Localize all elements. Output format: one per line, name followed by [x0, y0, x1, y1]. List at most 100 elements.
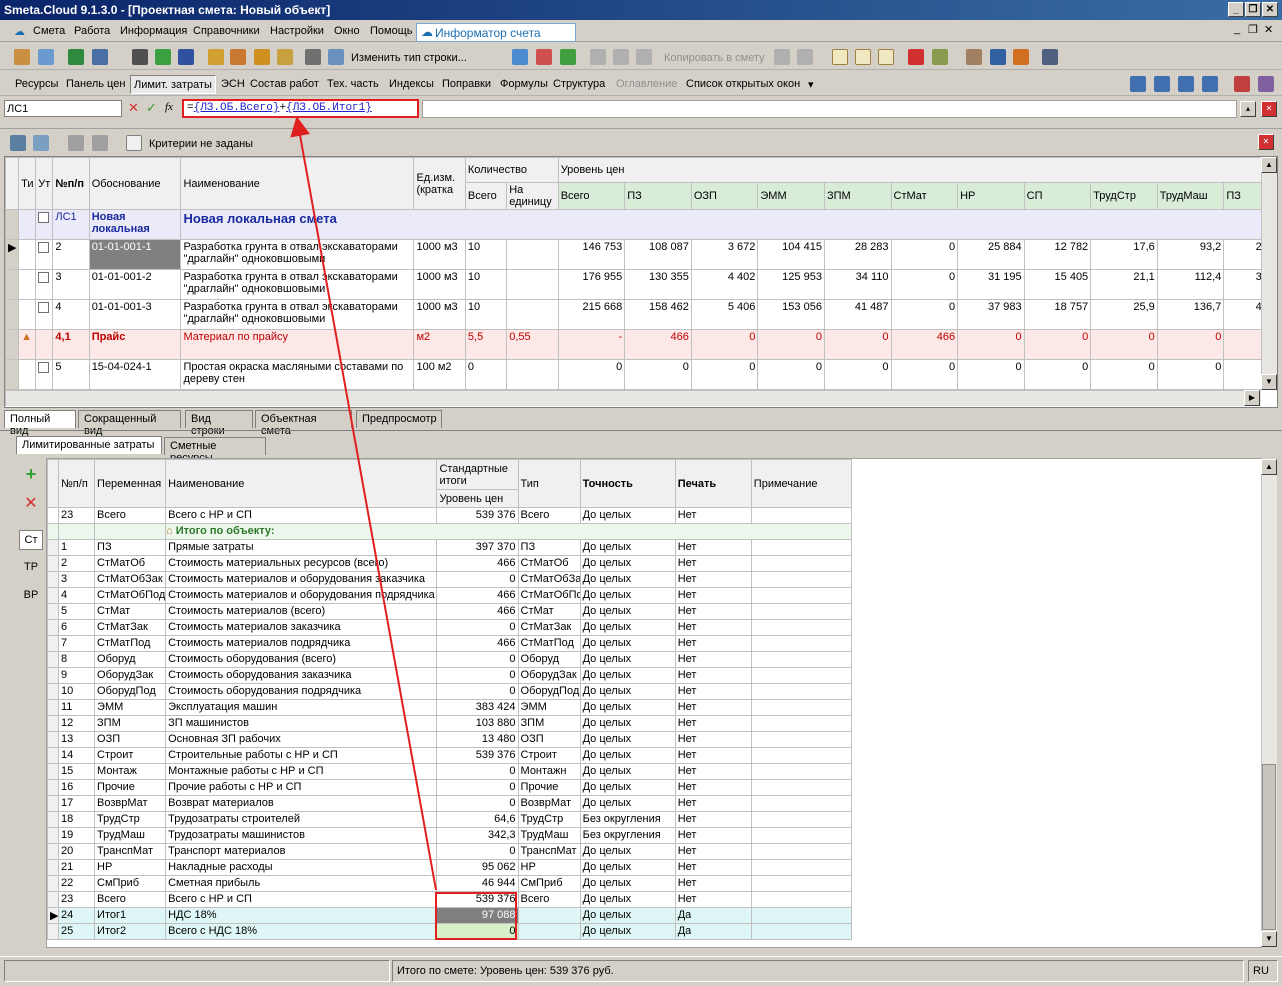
cell-per-unit[interactable] — [506, 239, 559, 270]
cell-precision[interactable]: До целых — [579, 619, 676, 636]
cell-unit[interactable]: 100 м2 — [413, 359, 466, 390]
cell-name[interactable]: Стоимость оборудования заказчика — [165, 667, 438, 684]
cell-print[interactable]: Нет — [674, 603, 752, 620]
cell-price[interactable]: 153 056 — [757, 299, 825, 330]
header-qty-per[interactable]: На единицу — [506, 182, 559, 210]
cell-print[interactable]: Нет — [674, 651, 752, 668]
cell-precision[interactable]: До целых — [579, 843, 676, 860]
table-row[interactable]: 17 ВозврМат Возврат материалов 0 ВозврМат До … — [47, 795, 853, 812]
cell-value[interactable]: 466 — [436, 635, 519, 652]
cell-price[interactable]: 12 782 — [1023, 239, 1092, 270]
row-checkbox[interactable] — [35, 209, 54, 240]
cell-note[interactable] — [750, 891, 853, 908]
tool-icon[interactable] — [966, 49, 982, 65]
cell-price[interactable]: 0 — [1023, 329, 1092, 360]
cell-precision[interactable]: Без округления — [579, 827, 676, 844]
btn-open-windows[interactable]: Список открытых окон — [686, 78, 800, 90]
cell-name[interactable]: Стоимость оборудования (всего) — [165, 651, 438, 668]
cell-name[interactable]: Строительные работы с НР и СП — [165, 747, 438, 764]
cell-price[interactable]: 158 462 — [624, 299, 692, 330]
cell-name[interactable]: Всего с НДС 18% — [165, 923, 438, 940]
cell-price[interactable]: - — [557, 329, 626, 360]
cell-price[interactable]: 0 — [823, 359, 892, 390]
header-unit[interactable]: Ед.изм. (кратка — [413, 157, 466, 210]
cell-var[interactable]: ОЗП — [94, 731, 167, 748]
cell-type[interactable]: ВозврМат — [517, 795, 581, 812]
cell-name[interactable]: Материал по прайсу — [180, 329, 415, 360]
cell-price[interactable]: 0 — [1090, 329, 1158, 360]
cell-price[interactable]: 5 406 — [690, 299, 759, 330]
cell-price[interactable]: 0 — [823, 329, 892, 360]
cell-name[interactable]: Прочие работы с НР и СП — [165, 779, 438, 796]
cell-var[interactable]: НР — [94, 859, 167, 876]
cell-print[interactable]: Да — [674, 923, 752, 940]
cell-basis[interactable]: Прайс — [88, 329, 182, 360]
pile-icon[interactable] — [1013, 49, 1029, 65]
machine-icon[interactable] — [305, 49, 321, 65]
cell-value[interactable]: 539 376 — [436, 747, 519, 764]
cell-precision[interactable]: До целых — [579, 667, 676, 684]
btn-tech-part[interactable]: Тех. часть — [327, 78, 379, 90]
cell-print[interactable]: Нет — [674, 731, 752, 748]
row-checkbox[interactable] — [35, 269, 54, 300]
save-icon[interactable] — [132, 49, 148, 65]
arrow-down-icon[interactable] — [536, 49, 552, 65]
cell-price[interactable]: 25 884 — [957, 239, 1025, 270]
table-row[interactable]: 18 ТрудСтр Трудозатраты строителей 64,6 Труд… — [47, 811, 853, 828]
cell-name[interactable]: Возврат материалов — [165, 795, 438, 812]
informer-button[interactable]: ☁ Информатор счета — [416, 23, 576, 42]
cell-name[interactable]: Разработка грунта в отвал экскаваторами … — [180, 239, 415, 270]
cell-precision[interactable]: До целых — [579, 875, 676, 892]
cell-price[interactable]: 0 — [1090, 359, 1158, 390]
cell-price[interactable]: 0 — [1156, 359, 1225, 390]
table-row[interactable]: 15 Монтаж Монтажные работы с НР и СП 0 Монта… — [47, 763, 853, 780]
header-note[interactable]: Примечание — [750, 459, 853, 508]
table-row[interactable]: 22 СмПриб Сметная прибыль 46 944 СмПриб До це… — [47, 875, 853, 892]
cell-var[interactable]: СтМатОбПод — [94, 587, 167, 604]
cell-price[interactable]: 104 415 — [757, 239, 825, 270]
estimate-row[interactable]: ▶ 2 01-01-001-1 Разработка грунта в отвал э… — [5, 239, 1277, 270]
cell-print[interactable]: Нет — [674, 891, 752, 908]
cell-print[interactable]: Нет — [674, 587, 752, 604]
cell-type[interactable]: Оборуд — [517, 651, 581, 668]
cell-name[interactable]: Разработка грунта в отвал экскаваторами … — [180, 299, 415, 330]
cell-var[interactable]: ЭММ — [94, 699, 167, 716]
delete-icon[interactable] — [908, 49, 924, 65]
cell-name-input[interactable]: ЛС1 — [4, 100, 122, 117]
cell-name[interactable]: Сметная прибыль — [165, 875, 438, 892]
cell-per-unit[interactable] — [506, 359, 559, 390]
cell-var[interactable]: СмПриб — [94, 875, 167, 892]
cell-precision[interactable]: До целых — [579, 683, 676, 700]
outdent-icon[interactable] — [1154, 76, 1170, 92]
cell-type[interactable]: СтМатОбПо — [517, 587, 581, 604]
cell-value[interactable]: 539 376 — [436, 507, 519, 524]
header-price-col[interactable]: ТрудМаш — [1156, 182, 1225, 210]
cell-num[interactable]: 1 — [57, 539, 96, 556]
cell-precision[interactable]: До целых — [579, 539, 676, 556]
btn-structure[interactable]: Структура — [553, 78, 605, 90]
cell-num[interactable]: 4 — [57, 587, 96, 604]
header-price-level[interactable]: Уровень цен — [436, 489, 519, 508]
cell-price[interactable]: 136,7 — [1156, 299, 1225, 330]
cell-price[interactable]: 0 — [890, 299, 959, 330]
cell-type[interactable]: Монтажн — [517, 763, 581, 780]
cell-type[interactable]: Строит — [517, 747, 581, 764]
cell-type[interactable] — [517, 923, 581, 940]
cell-value[interactable]: 466 — [436, 587, 519, 604]
formula-input[interactable]: ={ЛЗ.ОБ.Всего}+{ЛЗ.ОБ.Итог1} — [182, 99, 419, 118]
cell-price[interactable]: 3 672 — [690, 239, 759, 270]
cell-num[interactable]: 20 — [57, 843, 96, 860]
btn-price-panel[interactable]: Панель цен — [66, 78, 125, 90]
cell-price[interactable]: 28 283 — [823, 239, 892, 270]
row-checkbox[interactable] — [35, 239, 54, 270]
btn-limited-costs[interactable]: Лимит. затраты — [130, 75, 216, 94]
table-row[interactable]: 7 СтМатПод Стоимость материалов подрядчика… — [47, 635, 853, 652]
header-name[interactable]: Наименование — [165, 459, 438, 508]
cell-precision[interactable]: До целых — [579, 891, 676, 908]
cell-num[interactable]: 2 — [57, 555, 96, 572]
cell-value[interactable]: 0 — [436, 795, 519, 812]
cell-print[interactable]: Нет — [674, 683, 752, 700]
cell-note[interactable] — [750, 731, 853, 748]
indent-icon[interactable] — [1130, 76, 1146, 92]
btn-work-composition[interactable]: Состав работ — [250, 78, 319, 90]
